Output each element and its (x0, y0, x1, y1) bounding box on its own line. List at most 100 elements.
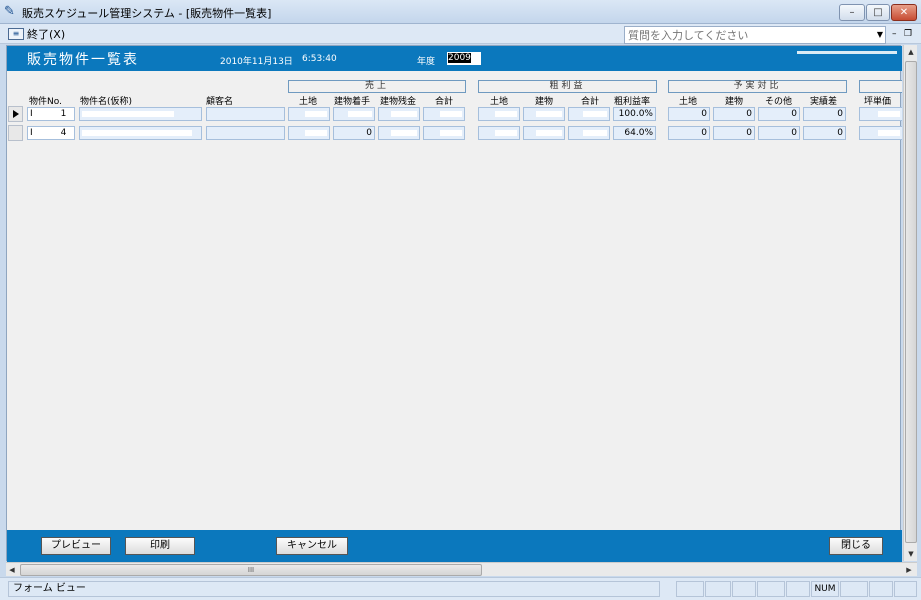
redacted-text (440, 110, 462, 117)
window-title: 販売スケジュール管理システム - [販売物件一覧表] (22, 7, 272, 20)
cell-bva-building[interactable]: 0 (713, 126, 755, 140)
redacted-text (536, 129, 562, 136)
help-search-input[interactable] (625, 27, 865, 43)
status-pane (786, 581, 810, 597)
exit-icon: ≡ (8, 28, 24, 40)
scroll-right-icon[interactable]: ▶ (903, 563, 915, 577)
status-num-indicator: NUM (811, 581, 839, 597)
menu-exit-label: 終了(X) (27, 28, 66, 41)
scroll-down-icon[interactable]: ▼ (904, 547, 918, 561)
cell-property-no[interactable]: I1 (27, 107, 75, 121)
cell-customer[interactable] (206, 107, 285, 121)
cell-bva-other[interactable]: 0 (758, 107, 800, 121)
col-property-no: 物件No. (29, 97, 62, 107)
cell-gp-total[interactable] (568, 107, 610, 121)
close-button[interactable]: 閉じる (829, 537, 883, 555)
cell-gp-rate[interactable]: 100.0% (613, 107, 656, 121)
page-title: 販売物件一覧表 (27, 52, 139, 68)
col-bva-diff: 実績差 (810, 97, 838, 107)
cell-property-name[interactable] (79, 126, 202, 140)
cell-sales-total[interactable] (423, 126, 465, 140)
col-gp-total: 合計 (581, 97, 600, 107)
vertical-scrollbar[interactable]: ▲ ▼ (903, 45, 917, 561)
preview-button[interactable]: プレビュー (41, 537, 111, 555)
cell-sales-land[interactable] (288, 126, 330, 140)
cell-gp-total[interactable] (568, 126, 610, 140)
cell-gp-land[interactable] (478, 126, 520, 140)
cell-customer[interactable] (206, 126, 285, 140)
size-grip[interactable] (894, 581, 917, 597)
property-no-suffix: 4 (60, 128, 67, 138)
cell-sales-building-start[interactable] (333, 107, 375, 121)
cell-unit-price[interactable] (859, 107, 902, 121)
status-pane (732, 581, 756, 597)
scroll-up-icon[interactable]: ▲ (904, 45, 918, 59)
cell-gp-land[interactable] (478, 107, 520, 121)
redacted-text (440, 129, 462, 136)
cell-sales-land[interactable] (288, 107, 330, 121)
cell-bva-building[interactable]: 0 (713, 107, 755, 121)
cell-bva-land[interactable]: 0 (668, 126, 710, 140)
record-selector[interactable] (8, 125, 23, 141)
horizontal-scrollbar[interactable]: ◀ III ▶ (6, 562, 917, 576)
col-gp-rate: 粗利益率 (614, 97, 651, 107)
cell-bva-diff[interactable]: 0 (803, 107, 846, 121)
year-value: 2009 (448, 53, 471, 63)
cell-sales-building-balance[interactable] (378, 126, 420, 140)
redacted-text (305, 129, 327, 136)
cell-sales-building-start[interactable]: 0 (333, 126, 375, 140)
cell-bva-other[interactable]: 0 (758, 126, 800, 140)
record-selector-current[interactable] (8, 106, 23, 122)
menu-bar: ≡ 終了(X) ▼ – ❐ (0, 24, 921, 44)
close-window-button[interactable]: ✕ (891, 4, 917, 21)
cell-gp-building[interactable] (523, 107, 565, 121)
mdi-minimize-button[interactable]: – (892, 29, 897, 39)
group-sales: 売上 (288, 80, 466, 93)
maximize-button[interactable]: □ (866, 4, 890, 21)
cell-bva-land[interactable]: 0 (668, 107, 710, 121)
app-icon: ✎ (4, 4, 15, 19)
cell-sales-building-balance[interactable] (378, 107, 420, 121)
mdi-restore-button[interactable]: ❐ (904, 29, 912, 39)
cell-property-no[interactable]: I4 (27, 126, 75, 140)
redacted-text (348, 110, 372, 117)
vertical-scroll-thumb[interactable] (905, 61, 917, 543)
redacted-text (32, 129, 61, 136)
cell-unit-price[interactable] (859, 126, 902, 140)
cell-sales-total[interactable] (423, 107, 465, 121)
group-extra (859, 80, 902, 93)
col-gp-building: 建物 (535, 97, 554, 107)
redacted-text (305, 110, 327, 117)
status-mode: フォーム ビュー (8, 581, 660, 597)
cell-gp-rate[interactable]: 64.0% (613, 126, 656, 140)
scroll-left-icon[interactable]: ◀ (6, 563, 18, 577)
horizontal-scroll-thumb[interactable]: III (20, 564, 482, 576)
year-label: 年度 (417, 57, 436, 67)
print-button[interactable]: 印刷 (125, 537, 195, 555)
status-bar: フォーム ビュー NUM (0, 577, 921, 600)
redacted-text (536, 110, 562, 117)
redacted-text (878, 110, 900, 117)
redacted-text (878, 129, 900, 136)
col-property-name: 物件名(仮称) (80, 97, 133, 107)
redacted-text (391, 110, 417, 117)
menu-exit[interactable]: ≡ 終了(X) (8, 26, 65, 42)
cell-bva-diff[interactable]: 0 (803, 126, 846, 140)
status-pane (676, 581, 704, 597)
redacted-text (82, 110, 174, 117)
minimize-button[interactable]: – (839, 4, 865, 21)
status-pane (757, 581, 785, 597)
group-budget-vs-actual: 予実対比 (668, 80, 847, 93)
header-date: 2010年11月13日 (220, 57, 293, 67)
property-no-suffix: 1 (60, 109, 67, 119)
header-time: 6:53:40 (302, 54, 337, 64)
col-sales-land: 土地 (299, 97, 318, 107)
cancel-button[interactable]: キャンセル (276, 537, 348, 555)
chevron-down-icon[interactable]: ▼ (877, 27, 883, 43)
year-field[interactable]: 2009 (447, 52, 481, 65)
redacted-text (583, 110, 607, 117)
help-search-box[interactable]: ▼ (624, 26, 886, 44)
cell-gp-building[interactable] (523, 126, 565, 140)
col-unit-price: 坪単価 (864, 97, 892, 107)
cell-property-name[interactable] (79, 107, 202, 121)
